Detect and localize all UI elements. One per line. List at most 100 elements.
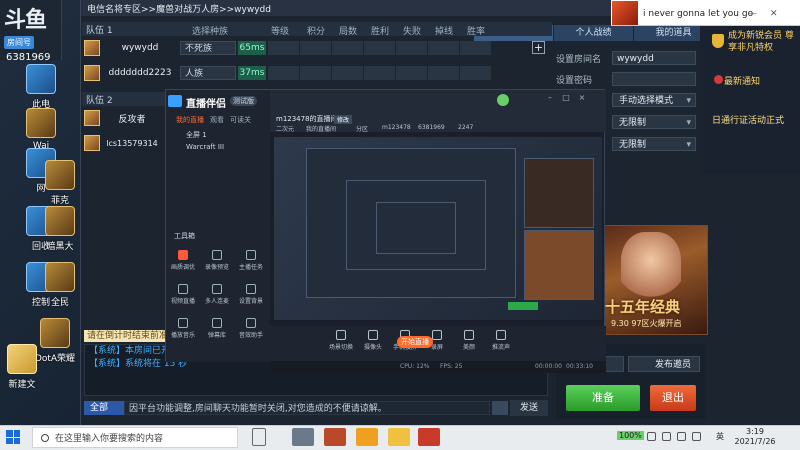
quality-icon bbox=[178, 250, 188, 260]
tab-readable[interactable]: 可读关 bbox=[230, 115, 251, 125]
tool-music[interactable]: 播放音乐 bbox=[168, 318, 198, 339]
scene-switch-button[interactable]: 场景切换 bbox=[326, 330, 356, 351]
tool-sound[interactable]: 音效助手 bbox=[236, 318, 266, 339]
beauty-icon bbox=[464, 330, 474, 340]
race-select[interactable]: 人族 bbox=[180, 66, 236, 80]
minimize-icon[interactable]: — bbox=[748, 9, 757, 19]
room-category[interactable]: 二次元 bbox=[276, 124, 294, 133]
music-icon bbox=[178, 318, 188, 328]
audio-button[interactable]: 推流声 bbox=[486, 330, 516, 351]
ping-badge: 37ms bbox=[238, 66, 266, 80]
nested-promo bbox=[524, 158, 594, 228]
close-icon[interactable]: ✕ bbox=[770, 9, 778, 19]
taskbar-search[interactable]: 在这里输入你要搜索的内容 bbox=[32, 427, 238, 448]
chat-scope-select[interactable]: 全部 bbox=[84, 401, 124, 415]
scene-item[interactable]: Warcraft III bbox=[186, 143, 224, 151]
taskbar-app-platform[interactable] bbox=[356, 428, 378, 446]
search-input: 在这里输入你要搜索的内容 bbox=[55, 434, 164, 444]
password-input[interactable] bbox=[612, 72, 696, 86]
desktop-icon-this-pc[interactable]: 此电 bbox=[2, 64, 80, 114]
taskbar-app-game[interactable] bbox=[418, 428, 440, 446]
speaker-icon bbox=[496, 330, 506, 340]
tray-icon[interactable] bbox=[692, 432, 701, 441]
network-icon[interactable] bbox=[662, 432, 671, 441]
tab-personal-record[interactable]: 个人战绩 bbox=[554, 25, 634, 41]
game-icon bbox=[45, 262, 75, 292]
limit-select-2[interactable]: 无限制 bbox=[612, 137, 696, 152]
desktop-icon-quanmin[interactable]: 全民 bbox=[40, 262, 80, 312]
room-id: 6381969 bbox=[418, 124, 445, 131]
tray-icon[interactable] bbox=[647, 432, 656, 441]
desktop-icon-new-file[interactable]: 新建文 bbox=[2, 344, 42, 394]
send-button[interactable]: 发送 bbox=[510, 400, 548, 416]
stat-cells bbox=[268, 66, 492, 80]
windows-start-icon[interactable] bbox=[6, 430, 20, 444]
input-method[interactable]: 英 bbox=[716, 431, 724, 442]
mode-select[interactable]: 手动选择模式 bbox=[612, 93, 696, 108]
maximize-icon[interactable]: □ bbox=[562, 94, 570, 102]
minimize-icon[interactable]: – bbox=[546, 94, 554, 102]
room-section[interactable]: 分区 bbox=[356, 124, 368, 133]
system-clock[interactable]: 3:19 2021/7/26 bbox=[733, 427, 777, 447]
video-icon bbox=[178, 284, 188, 294]
race-select[interactable]: 不死族 bbox=[180, 41, 236, 55]
limit-select-1[interactable]: 无限制 bbox=[612, 115, 696, 130]
player-name: wywydd bbox=[121, 43, 159, 53]
emoji-icon[interactable] bbox=[492, 401, 508, 415]
tab-my-stream[interactable]: 我的直播 bbox=[176, 115, 204, 125]
promo-title: 十五年经典 bbox=[605, 298, 681, 316]
battery-indicator[interactable]: 100% bbox=[617, 431, 644, 440]
streamer-avatar[interactable] bbox=[497, 94, 509, 106]
exit-button[interactable]: 退出 bbox=[650, 385, 696, 411]
room-link[interactable]: 我的直播间 bbox=[306, 124, 336, 133]
toolbox-label: 工具箱 bbox=[174, 232, 195, 240]
chat-input[interactable]: 因平台功能调整,房间聊天功能暂时关闭,对您造成的不便请谅解。 bbox=[124, 401, 490, 415]
player-row[interactable]: lcs13579314 bbox=[82, 134, 166, 152]
taskbar-app-warcraft[interactable] bbox=[324, 428, 346, 446]
task-view-icon[interactable] bbox=[252, 428, 266, 446]
notice-icon bbox=[714, 75, 723, 84]
game-promo-banner[interactable]: 十五年经典 9.30 97区火爆开启 bbox=[600, 225, 708, 335]
taskbar-app-stream[interactable] bbox=[388, 428, 410, 446]
desktop-icon-dark-game[interactable]: 暗黑大 bbox=[40, 206, 80, 256]
stream-logo: 斗鱼 bbox=[4, 8, 47, 33]
stream-app-logo-icon bbox=[168, 95, 182, 107]
pass-event-banner[interactable]: 日通行证活动正式 bbox=[712, 113, 784, 126]
stream-tabs: 我的直播 观看 可读关 bbox=[176, 115, 251, 125]
viewer-count: 2247 bbox=[458, 124, 474, 131]
tool-danmaku[interactable]: 弹幕库 bbox=[202, 318, 232, 339]
tool-video[interactable]: 视频直播 bbox=[168, 284, 198, 305]
add-slot-button[interactable]: + bbox=[532, 41, 545, 54]
game-icon bbox=[45, 160, 75, 190]
ready-button[interactable]: 准备 bbox=[566, 385, 640, 411]
vip-promo-text[interactable]: 成为新锐会员 尊享非凡特权 bbox=[712, 30, 796, 54]
tab-watch[interactable]: 观看 bbox=[210, 115, 224, 125]
desktop-icon-game-fk[interactable]: 菲克 bbox=[40, 160, 80, 210]
tool-quality[interactable]: 画质调优 bbox=[168, 250, 198, 271]
avatar bbox=[84, 110, 100, 126]
ping-badge: 65ms bbox=[238, 41, 266, 55]
taskbar-app-explorer[interactable] bbox=[292, 428, 314, 446]
player-row[interactable]: wywydd 不死族 65ms bbox=[82, 39, 552, 57]
mic-icon bbox=[212, 284, 222, 294]
publish-recruit-button[interactable]: 发布邀员 bbox=[628, 356, 700, 372]
cpu-stat: CPU: 12% bbox=[400, 363, 430, 370]
go-live-button[interactable]: 开始直播 bbox=[397, 336, 433, 348]
invite-icon[interactable] bbox=[604, 356, 624, 372]
tool-background[interactable]: 设置背景 bbox=[236, 284, 266, 305]
edit-room-button[interactable]: 修改 bbox=[334, 115, 353, 124]
close-icon[interactable]: × bbox=[578, 94, 586, 102]
scene-item[interactable]: 全屏 1 bbox=[186, 130, 207, 140]
player-row[interactable]: 反攻者 bbox=[82, 109, 166, 127]
latest-notice-link[interactable]: 最新通知 bbox=[724, 74, 760, 87]
player-name: ddddddd2223 bbox=[108, 68, 172, 78]
tool-preview[interactable]: 录像预览 bbox=[202, 250, 232, 271]
volume-icon[interactable] bbox=[677, 432, 686, 441]
player-row[interactable]: ddddddd2223 人族 37ms bbox=[82, 64, 552, 82]
tool-multi-mic[interactable]: 多人连麦 bbox=[202, 284, 232, 305]
camera-button[interactable]: 摄像头 bbox=[358, 330, 388, 351]
file-icon bbox=[7, 344, 37, 374]
tool-tasks[interactable]: 主播任务 bbox=[236, 250, 266, 271]
room-name-input[interactable]: wywydd bbox=[612, 51, 696, 65]
beauty-button[interactable]: 美颜 bbox=[454, 330, 484, 351]
